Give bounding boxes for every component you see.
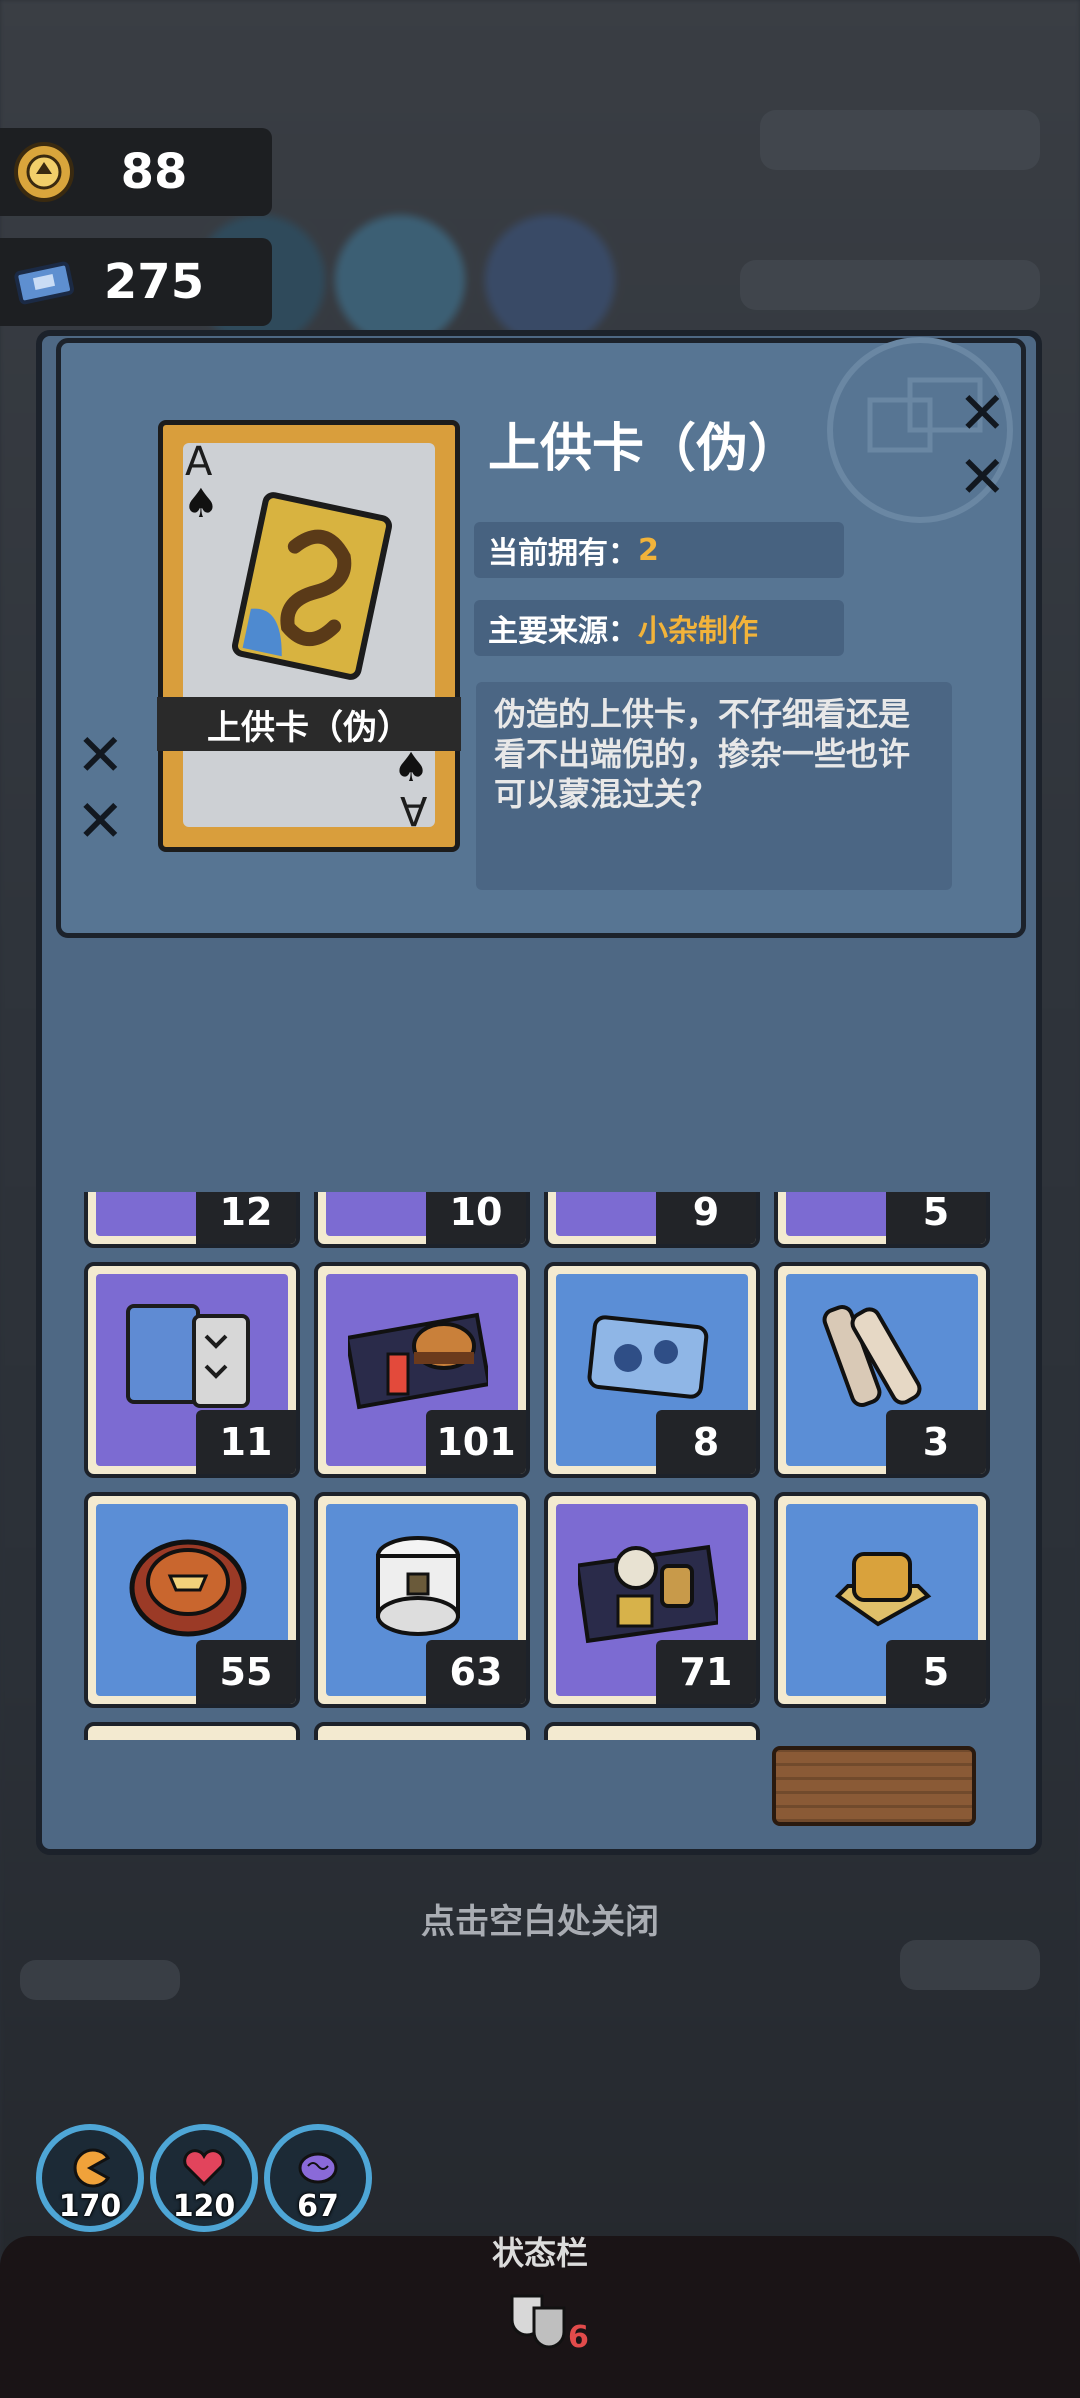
item-count: 63: [426, 1640, 526, 1704]
source-label: 主要来源：: [488, 614, 638, 649]
bg-decor: [760, 110, 1040, 170]
inventory-slot[interactable]: 3: [774, 1262, 990, 1478]
hunger-icon: [73, 2148, 111, 2188]
inventory-slot[interactable]: [84, 1722, 300, 1740]
source-row: 主要来源： 小杂制作: [474, 600, 844, 656]
ticket-count: 275: [103, 254, 205, 310]
sanity-value: 67: [297, 2189, 339, 2224]
bg-decor: [900, 1940, 1040, 1990]
gold-currency: 88: [0, 128, 272, 216]
inventory-slot[interactable]: [544, 1722, 760, 1740]
stitch-decor: ✕: [958, 443, 1007, 511]
map-and-tablet-icon: [126, 1304, 250, 1408]
health-value: 120: [172, 2189, 236, 2224]
counterfeit-card-icon: [232, 492, 392, 680]
card-label: 上供卡（伪）: [157, 697, 461, 751]
owned-label: 当前拥有：: [488, 536, 638, 571]
ticket-currency: 275: [0, 238, 272, 326]
close-hint[interactable]: 点击空白处关闭: [0, 1894, 1080, 1943]
inventory-slot[interactable]: 12: [84, 1192, 300, 1248]
item-count: 8: [656, 1410, 756, 1474]
item-count: 71: [656, 1640, 756, 1704]
inventory-slot[interactable]: [314, 1722, 530, 1740]
bg-decor: [20, 1960, 180, 2000]
bun-meal-icon: [578, 1544, 718, 1644]
gold-count: 88: [120, 144, 188, 200]
burger-meal-icon: [348, 1312, 488, 1410]
item-count: 10: [426, 1192, 526, 1244]
health-stat[interactable]: 120: [150, 2124, 258, 2232]
item-count: 11: [196, 1410, 296, 1474]
owned-row: 当前拥有： 2: [474, 522, 844, 578]
inventory-slot[interactable]: 5: [774, 1192, 990, 1248]
inventory-slot[interactable]: 63: [314, 1492, 530, 1708]
spade-icon: ♠: [393, 745, 429, 791]
inventory-slot[interactable]: 71: [544, 1492, 760, 1708]
item-description: 伪造的上供卡，不仔细看还是看不出端倪的，掺杂一些也许可以蒙混过关？: [476, 682, 952, 890]
spade-icon: ♠: [183, 481, 219, 527]
inventory-slot[interactable]: 9: [544, 1192, 760, 1248]
stitch-decor: ✕: [76, 721, 125, 789]
source-value: 小杂制作: [638, 614, 758, 649]
item-count: 101: [426, 1410, 526, 1474]
inventory-slot[interactable]: 8: [544, 1262, 760, 1478]
item-count: 12: [196, 1192, 296, 1244]
wooden-sign-button[interactable]: [772, 1746, 976, 1826]
item-count: 9: [656, 1192, 756, 1244]
owned-value: 2: [638, 532, 659, 568]
gold-coin-icon: [14, 142, 74, 202]
mask-count: 6: [568, 2320, 589, 2355]
sanity-stat[interactable]: 67: [264, 2124, 372, 2232]
item-card: A ♠ 上供卡（伪） ♠ A: [157, 420, 461, 852]
item-count: 3: [886, 1410, 986, 1474]
hunger-value: 170: [58, 2189, 122, 2224]
bg-decor: [740, 260, 1040, 310]
hunger-stat[interactable]: 170: [36, 2124, 144, 2232]
ticket-icon: [14, 261, 75, 305]
inventory-slot[interactable]: 55: [84, 1492, 300, 1708]
inventory-grid[interactable]: 12 10 9 5 11 101 8 3 55 63 71 5: [84, 1192, 998, 1740]
item-count: 5: [886, 1192, 986, 1244]
bandage-roll-icon: [822, 1305, 922, 1407]
badge-icon: [129, 1539, 247, 1637]
inventory-slot[interactable]: 101: [314, 1262, 530, 1478]
inventory-slot[interactable]: 5: [774, 1492, 990, 1708]
status-bar[interactable]: 状态栏 6: [0, 2234, 1080, 2398]
inventory-slot[interactable]: 10: [314, 1192, 530, 1248]
item-count: 55: [196, 1640, 296, 1704]
inventory-slot[interactable]: 11: [84, 1262, 300, 1478]
brain-icon: [298, 2152, 338, 2184]
item-count: 5: [886, 1640, 986, 1704]
cake-icon: [834, 1552, 932, 1627]
status-bar-label: 状态栏: [491, 2234, 588, 2272]
frozen-food-icon: [587, 1315, 709, 1399]
toilet-paper-icon: [376, 1536, 460, 1636]
stitch-decor: ✕: [76, 787, 125, 855]
stitch-decor: ✕: [958, 379, 1007, 447]
card-rank: A: [399, 787, 427, 833]
heart-icon: [183, 2149, 225, 2187]
card-rank: A: [185, 439, 213, 485]
item-title: 上供卡（伪）: [488, 419, 801, 479]
